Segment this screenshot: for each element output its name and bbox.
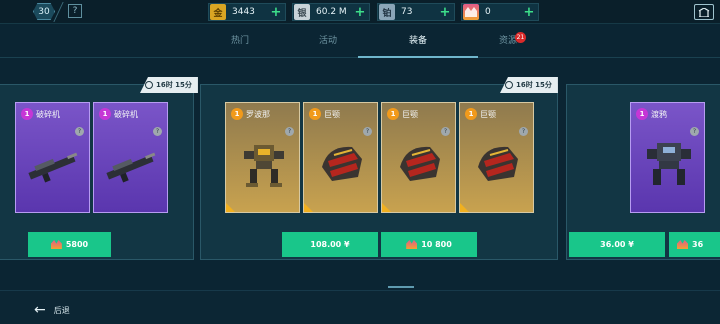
add-key-button[interactable]: + (522, 5, 536, 20)
item-name: 罗波那 (246, 110, 270, 119)
item-name: 破碎机 (36, 110, 60, 119)
buy-button[interactable]: 36 (669, 232, 720, 257)
info-icon[interactable]: ? (153, 127, 162, 136)
price-label: 5800 (65, 240, 89, 249)
key-icon (677, 240, 688, 249)
key-amount: 0 (485, 7, 491, 17)
price-label: 36 (692, 240, 704, 249)
weapon-art-icon (106, 152, 156, 183)
info-icon[interactable]: ? (363, 127, 372, 136)
price-label: 108.00 ¥ (310, 240, 350, 249)
gold-coin-icon: 金 (210, 4, 226, 20)
info-icon[interactable]: ? (285, 127, 294, 136)
item-name: 巨颚 (402, 110, 418, 119)
silver-amount: 60.2 M (316, 7, 347, 17)
rarity-corner (460, 203, 469, 212)
item-card[interactable]: 1 渡鸦 ? (630, 102, 705, 213)
level-badge: 1 (465, 108, 477, 120)
item-card[interactable]: 1 巨颚 ? (303, 102, 378, 213)
price-label: 10 800 (421, 240, 452, 249)
buy-button[interactable]: 36.00 ¥ (569, 232, 665, 257)
key-resource: 0 + (461, 3, 539, 21)
info-icon[interactable]: ? (441, 127, 450, 136)
key-icon (406, 240, 418, 249)
level-badge: 1 (231, 108, 243, 120)
item-card[interactable]: 1 破碎机 ? (93, 102, 168, 213)
platinum-amount: 73 (401, 7, 413, 17)
level-badge: 1 (309, 108, 321, 120)
rarity-corner (226, 203, 235, 212)
tab-resources[interactable]: 资源 (448, 34, 568, 58)
weapon-art-icon (28, 152, 78, 183)
back-arrow-icon: ← (34, 302, 46, 318)
timer-text: 16时 15分 (516, 81, 552, 89)
item-card[interactable]: 1 破碎机 ? (15, 102, 90, 213)
platinum-icon: 铂 (379, 4, 395, 20)
jaw-weapon-art-icon (400, 146, 440, 181)
category-tabs: 热门 活动 装备 资源 (0, 24, 720, 58)
item-name: 渡鸦 (651, 110, 667, 119)
silver-resource: 银 60.2 M + (292, 3, 370, 21)
silver-coin-icon: 银 (294, 4, 310, 20)
item-card[interactable]: 1 罗波那 ? (225, 102, 300, 213)
clock-icon (145, 81, 153, 89)
buy-button[interactable]: 108.00 ¥ (282, 232, 378, 257)
offer-1-timer: 16时 15分 (140, 77, 198, 93)
clock-icon (505, 81, 513, 89)
player-level-badge[interactable]: 30 (33, 3, 55, 20)
bottom-bar (0, 290, 720, 324)
key-icon (463, 4, 479, 20)
gold-amount: 3443 (232, 7, 255, 17)
page-indicator (388, 286, 414, 288)
level-badge: 1 (636, 108, 648, 120)
add-gold-button[interactable]: + (269, 5, 283, 20)
add-platinum-button[interactable]: + (438, 5, 452, 20)
divider (53, 2, 64, 22)
key-icon (50, 240, 62, 249)
level-badge: 1 (99, 108, 111, 120)
item-name: 破碎机 (114, 110, 138, 119)
info-icon[interactable]: ? (690, 127, 699, 136)
help-icon[interactable]: ? (68, 4, 82, 18)
item-name: 巨颚 (324, 110, 340, 119)
item-card[interactable]: 1 巨颚 ? (381, 102, 456, 213)
buy-button[interactable]: 5800 (28, 232, 111, 257)
jaw-weapon-art-icon (478, 146, 518, 181)
price-label: 36.00 ¥ (600, 240, 634, 249)
buy-button[interactable]: 10 800 (381, 232, 477, 257)
platinum-resource: 铂 73 + (377, 3, 455, 21)
timer-text: 16时 15分 (156, 81, 192, 89)
top-resource-bar: 30 ? 金 3443 + 银 60.2 M + 铂 73 + 0 + (0, 0, 720, 24)
level-badge: 1 (21, 108, 33, 120)
info-icon[interactable]: ? (519, 127, 528, 136)
item-name: 巨颚 (480, 110, 496, 119)
resources-notification-badge: 21 (515, 32, 526, 43)
store-icon[interactable] (694, 4, 714, 20)
rarity-corner (304, 203, 313, 212)
level-badge: 1 (387, 108, 399, 120)
info-icon[interactable]: ? (75, 127, 84, 136)
robot-art-icon (244, 145, 284, 187)
jaw-weapon-art-icon (322, 146, 362, 181)
robot-art-icon (647, 143, 691, 185)
back-label: 后退 (53, 305, 70, 315)
gold-resource: 金 3443 + (208, 3, 286, 21)
add-silver-button[interactable]: + (353, 5, 367, 20)
back-button[interactable]: ← 后退 (34, 302, 70, 318)
item-card[interactable]: 1 巨颚 ? (459, 102, 534, 213)
offer-2-timer: 16时 15分 (500, 77, 558, 93)
rarity-corner (382, 203, 391, 212)
